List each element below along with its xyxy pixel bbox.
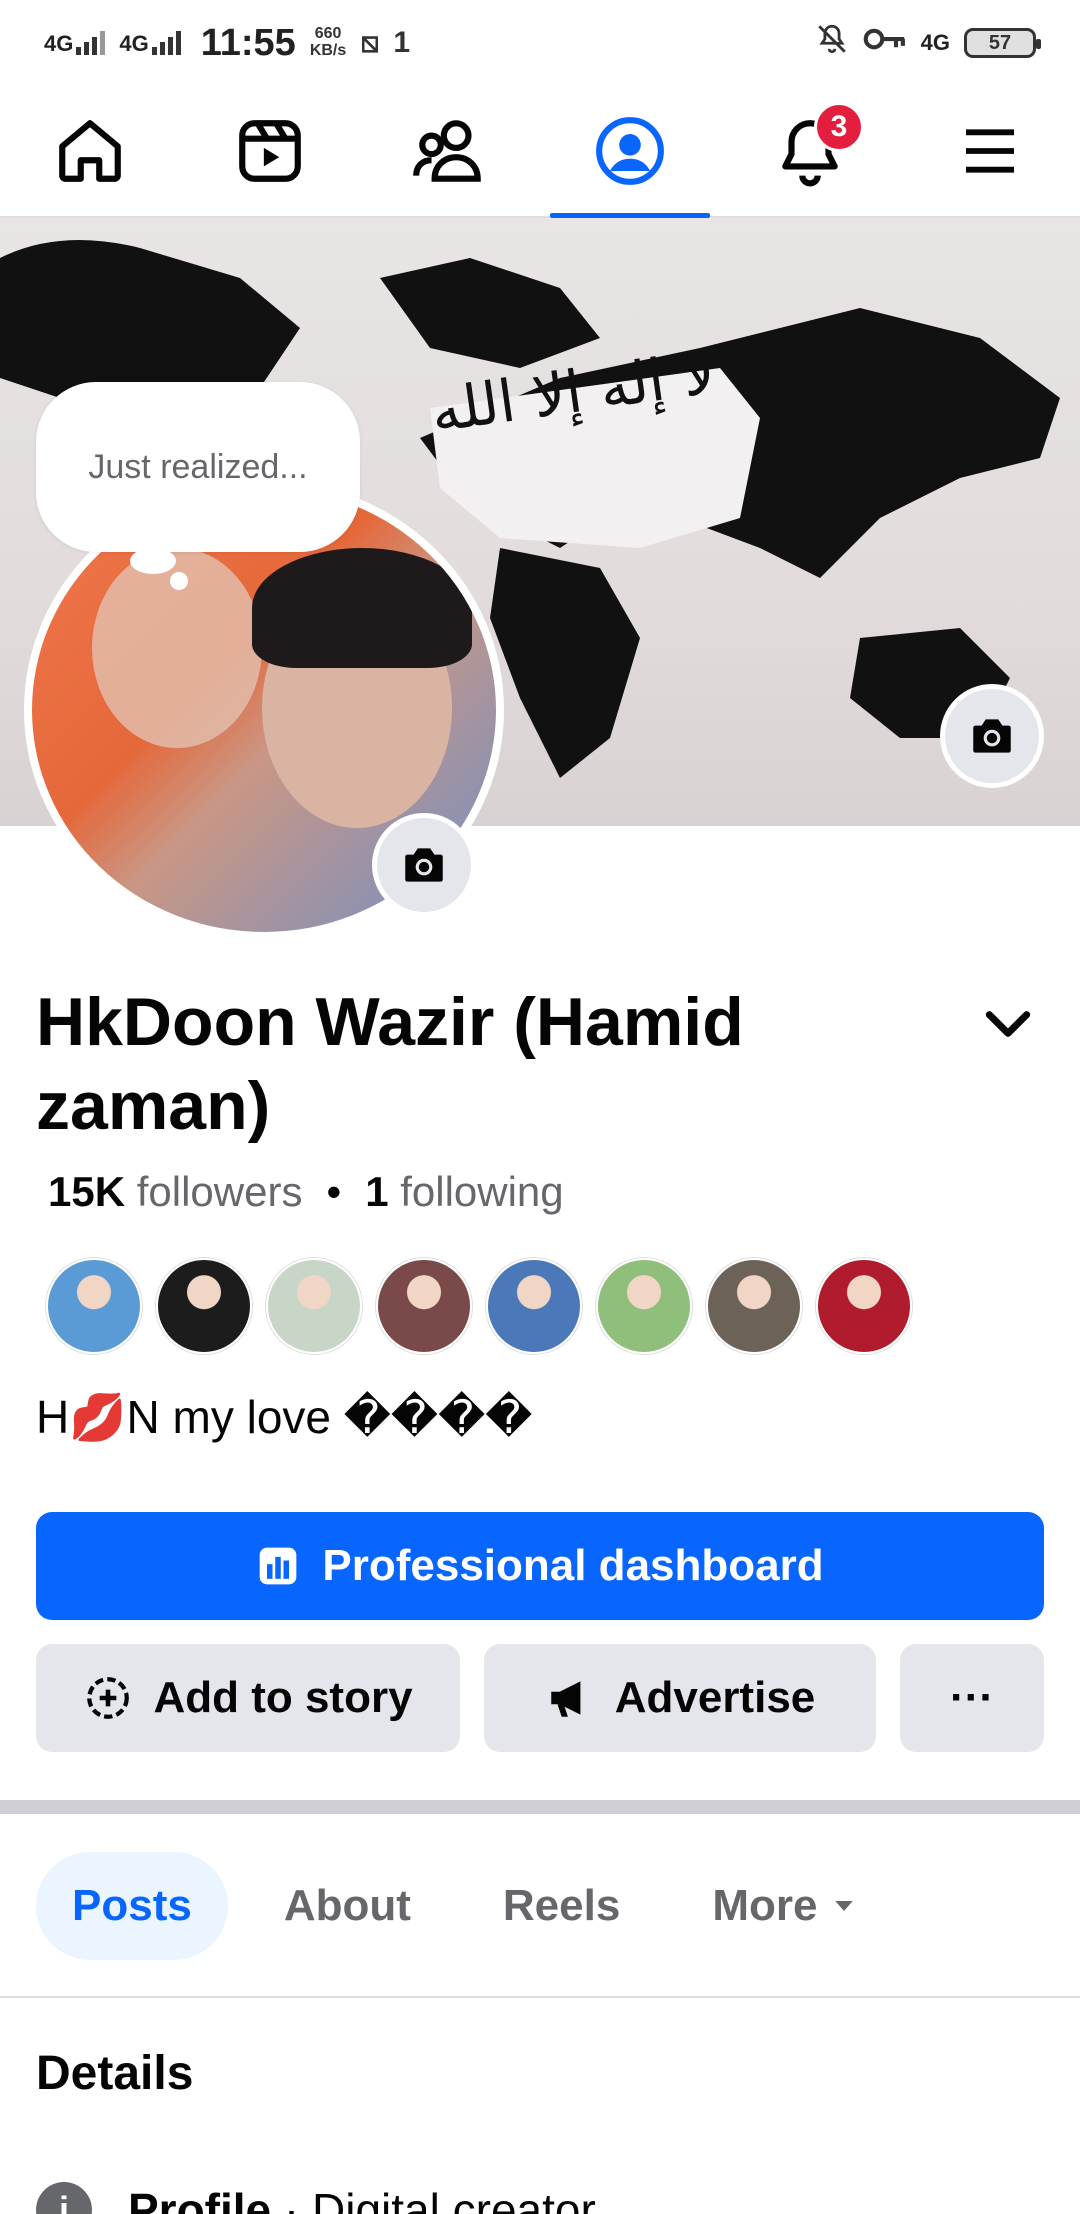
followers-link[interactable]: 15K followers xyxy=(48,1168,302,1216)
network-type-2: 4G xyxy=(119,31,149,56)
caret-down-icon xyxy=(835,1901,854,1911)
friend-avatar[interactable] xyxy=(46,1258,142,1354)
speed-value: 660 xyxy=(314,25,342,43)
home-icon xyxy=(59,120,121,182)
info-icon: i xyxy=(36,2182,92,2214)
friend-avatar[interactable] xyxy=(706,1258,802,1354)
tab-reels-label: Reels xyxy=(502,1881,621,1930)
tab-more[interactable]: More xyxy=(676,1852,895,1960)
more-dots-icon: ··· xyxy=(950,1673,994,1722)
mute-bell-icon xyxy=(815,22,849,64)
vpn-key-icon xyxy=(863,25,907,61)
camera-icon xyxy=(973,719,1011,753)
status-right: 4G 57 xyxy=(815,22,1041,64)
add-to-story-label: Add to story xyxy=(153,1673,413,1722)
clock: 11:55 xyxy=(200,21,296,64)
tab-about[interactable]: About xyxy=(248,1852,447,1960)
nav-video[interactable] xyxy=(180,86,360,216)
tab-posts-label: Posts xyxy=(72,1881,192,1930)
chevron-down-icon xyxy=(985,1011,1031,1037)
speed-unit: KB/s xyxy=(309,42,347,59)
tab-posts[interactable]: Posts xyxy=(36,1852,228,1960)
add-to-story-button[interactable]: Add to story xyxy=(36,1644,460,1752)
tab-reels[interactable]: Reels xyxy=(467,1852,656,1960)
top-navigation: 3 xyxy=(0,86,1080,218)
friend-avatar[interactable] xyxy=(376,1258,472,1354)
professional-dashboard-button[interactable]: Professional dashboard xyxy=(36,1512,1044,1620)
profile-note-bubble[interactable]: Just realized... xyxy=(36,382,360,552)
network-type-1: 4G xyxy=(44,31,74,56)
advertise-label: Advertise xyxy=(614,1673,816,1722)
following-count: 1 xyxy=(365,1168,389,1215)
signal-bars-icon xyxy=(76,31,106,55)
hamburger-menu-icon xyxy=(966,129,1014,173)
advertise-button[interactable]: Advertise xyxy=(484,1644,876,1752)
signal-1: 4G xyxy=(44,31,106,56)
nav-friends[interactable] xyxy=(360,86,540,216)
network-speed: 660 KB/s xyxy=(309,25,347,60)
cover-camera-button[interactable] xyxy=(940,684,1044,788)
note-bubble-tail xyxy=(130,548,176,574)
followers-label: followers xyxy=(136,1168,303,1215)
friends-avatars-row xyxy=(46,1258,912,1354)
friend-avatar[interactable] xyxy=(156,1258,252,1354)
note-text: Just realized... xyxy=(88,447,308,486)
follow-stats: 15K followers • 1 following xyxy=(48,1168,564,1216)
following-link[interactable]: 1 following xyxy=(365,1168,563,1216)
separator-dot: • xyxy=(326,1168,342,1215)
network-type-3: 4G xyxy=(920,30,950,55)
section-divider xyxy=(0,1800,1080,1814)
profile-icon xyxy=(596,117,664,185)
profile-name: HkDoon Wazir (Hamid zaman) xyxy=(36,984,744,1144)
note-bubble-tail-dot xyxy=(170,572,188,590)
nav-profile[interactable] xyxy=(540,86,720,218)
status-bar: 4G 4G 11:55 660 KB/s ⧅ 1 4G 57 xyxy=(0,0,1080,86)
profile-bio: H💋N my love ���� xyxy=(36,1391,533,1443)
add-story-icon xyxy=(87,1677,130,1719)
signal-2: 4G xyxy=(119,31,181,56)
details-heading: Details xyxy=(36,2047,194,2100)
profile-type-label: Profile xyxy=(128,2184,272,2214)
following-label: following xyxy=(400,1168,564,1215)
screenshot-blocked-icon: ⧅ xyxy=(360,26,380,59)
notification-badge: 3 xyxy=(814,102,864,152)
signal-bars-icon xyxy=(151,31,181,55)
friend-avatar[interactable] xyxy=(266,1258,362,1354)
professional-dashboard-label: Professional dashboard xyxy=(322,1541,824,1590)
video-icon xyxy=(239,120,301,182)
camera-icon xyxy=(405,848,443,882)
battery-icon: 57 xyxy=(964,28,1041,58)
friends-icon xyxy=(413,120,481,182)
nav-home[interactable] xyxy=(0,86,180,216)
dashboard-icon xyxy=(260,1547,297,1585)
battery-level: 57 xyxy=(988,31,1012,54)
profile-tabs: Posts About Reels More xyxy=(36,1852,895,1960)
more-options-button[interactable]: ··· xyxy=(900,1644,1044,1752)
detail-profile-row: i Profile · Digital creator xyxy=(36,2182,596,2214)
nav-notifications[interactable]: 3 xyxy=(720,86,900,216)
status-left: 4G 4G 11:55 660 KB/s ⧅ 1 xyxy=(44,22,410,65)
friend-avatar[interactable] xyxy=(486,1258,582,1354)
megaphone-icon xyxy=(550,1681,581,1717)
tab-more-label: More xyxy=(712,1881,818,1930)
tabs-divider xyxy=(0,1996,1080,1998)
profile-switch-chevron[interactable] xyxy=(980,996,1036,1057)
action-buttons-row: Add to story Advertise ··· xyxy=(36,1644,1044,1752)
nav-menu[interactable] xyxy=(900,86,1080,216)
friend-avatar[interactable] xyxy=(816,1258,912,1354)
tab-about-label: About xyxy=(283,1881,411,1930)
followers-count: 15K xyxy=(48,1168,126,1215)
profile-type-value: · Digital creator xyxy=(271,2184,596,2214)
profile-camera-button[interactable] xyxy=(372,813,476,917)
extra-indicator: 1 xyxy=(393,26,411,59)
friend-avatar[interactable] xyxy=(596,1258,692,1354)
